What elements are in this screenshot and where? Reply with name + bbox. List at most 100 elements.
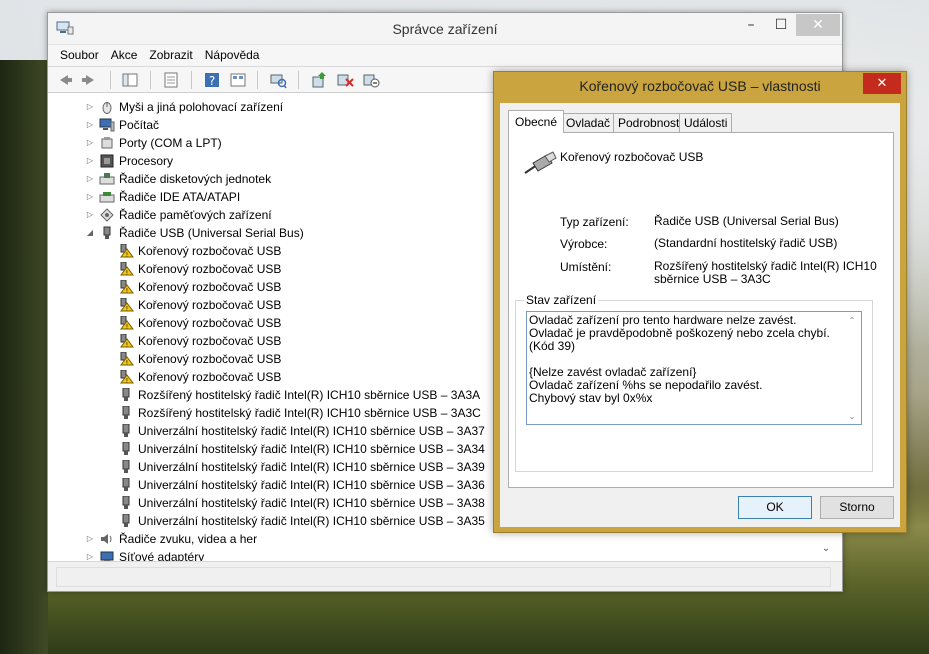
menu-zobrazit[interactable]: Zobrazit: [143, 45, 198, 65]
tree-item-usb-root-hub[interactable]: ! Kořenový rozbočovač USB: [48, 332, 348, 350]
desktop-wallpaper-tree: [0, 60, 48, 654]
tree-item-label: Řadiče paměťových zařízení: [119, 208, 272, 222]
tree-item-label: Univerzální hostitelský řadič Intel(R) I…: [138, 496, 485, 510]
forward-icon[interactable]: [80, 70, 100, 90]
scroll-down-icon[interactable]: ⌄: [818, 543, 834, 557]
tree-item-label: Kořenový rozbočovač USB: [138, 298, 282, 312]
cancel-button[interactable]: Storno: [820, 496, 894, 519]
svg-text:!: !: [126, 324, 128, 331]
tree-item-usb-universal-controller[interactable]: Univerzální hostitelský řadič Intel(R) I…: [48, 458, 488, 476]
tab-general[interactable]: Obecné: [508, 110, 565, 133]
tree-item-usb-root-hub[interactable]: ! Kořenový rozbočovač USB: [48, 260, 348, 278]
tree-item-computer[interactable]: ▷ Počítač: [48, 116, 348, 134]
tree-item-usb-enhanced-controller[interactable]: Rozšířený hostitelský řadič Intel(R) ICH…: [48, 386, 488, 404]
expand-arrow-icon[interactable]: ▷: [85, 152, 95, 170]
expand-arrow-icon[interactable]: ▷: [85, 170, 95, 188]
svg-text:!: !: [126, 306, 128, 313]
dialog-body: Obecné Ovladač Podrobnosti Události Koře…: [500, 103, 900, 527]
tree-item-label: Kořenový rozbočovač USB: [138, 262, 282, 276]
uninstall-icon[interactable]: [335, 70, 355, 90]
properties-icon[interactable]: [161, 70, 181, 90]
port-icon: [101, 137, 113, 149]
tree-item-usb-universal-controller[interactable]: Univerzální hostitelský řadič Intel(R) I…: [48, 476, 488, 494]
usb-icon: [122, 442, 130, 455]
menu-soubor[interactable]: Soubor: [54, 45, 105, 65]
scroll-down-icon[interactable]: ⌄: [846, 410, 858, 422]
tree-item-usb-controllers[interactable]: ◢ Řadiče USB (Universal Serial Bus): [48, 224, 348, 242]
storage-controller-icon: [100, 208, 114, 222]
disable-icon[interactable]: [361, 70, 381, 90]
tree-item-mice[interactable]: ▷ Myši a jiná polohovací zařízení: [48, 98, 348, 116]
tree-item-floppy-controllers[interactable]: ▷ Řadiče disketových jednotek: [48, 170, 348, 188]
tree-item-label: Kořenový rozbočovač USB: [138, 334, 282, 348]
menu-napoveda[interactable]: Nápověda: [199, 45, 266, 65]
tree-item-label: Univerzální hostitelský řadič Intel(R) I…: [138, 424, 485, 438]
mouse-icon: [102, 102, 112, 114]
tree-item-usb-universal-controller[interactable]: Univerzální hostitelský řadič Intel(R) I…: [48, 422, 488, 440]
tab-driver[interactable]: Ovladač: [561, 113, 616, 132]
view-icon[interactable]: [228, 70, 248, 90]
expand-arrow-icon[interactable]: ▷: [85, 530, 95, 548]
tree-item-usb-universal-controller[interactable]: Univerzální hostitelský řadič Intel(R) I…: [48, 494, 488, 512]
tree-item-label: Myši a jiná polohovací zařízení: [119, 100, 284, 114]
help-icon[interactable]: ?: [202, 70, 222, 90]
update-driver-icon[interactable]: [309, 70, 329, 90]
collapse-arrow-icon[interactable]: ◢: [85, 224, 95, 242]
status-line: Ovladač zařízení pro tento hardware nelz…: [529, 313, 830, 353]
svg-text:!: !: [126, 252, 128, 259]
usb-icon: [122, 388, 130, 401]
tree-item-label: Procesory: [119, 154, 174, 168]
tree-item-usb-root-hub[interactable]: ! Kořenový rozbočovač USB: [48, 296, 348, 314]
tree-item-usb-root-hub[interactable]: ! Kořenový rozbočovač USB: [48, 368, 348, 386]
tree-item-usb-root-hub[interactable]: ! Kořenový rozbočovač USB: [48, 350, 348, 368]
tree-item-label: Kořenový rozbočovač USB: [138, 280, 282, 294]
tree-item-usb-universal-controller[interactable]: Univerzální hostitelský řadič Intel(R) I…: [48, 512, 488, 530]
title-bar[interactable]: Správce zařízení – ☐ ✕: [48, 13, 842, 45]
expand-arrow-icon[interactable]: ▷: [85, 188, 95, 206]
tree-item-usb-universal-controller[interactable]: Univerzální hostitelský řadič Intel(R) I…: [48, 440, 488, 458]
tree-item-ports[interactable]: ▷ Porty (COM a LPT): [48, 134, 348, 152]
property-label-type: Typ zařízení:: [560, 215, 629, 229]
usb-warning-icon: !: [120, 244, 134, 259]
ok-button[interactable]: OK: [738, 496, 812, 519]
scan-hardware-icon[interactable]: [268, 70, 288, 90]
usb-warning-icon: !: [120, 316, 134, 331]
tree-item-label: Kořenový rozbočovač USB: [138, 352, 282, 366]
expand-arrow-icon[interactable]: ▷: [85, 98, 95, 116]
tree-item-usb-root-hub[interactable]: ! Kořenový rozbočovač USB: [48, 314, 348, 332]
expand-arrow-icon[interactable]: ▷: [85, 548, 95, 561]
tree-item-processors[interactable]: ▷ Procesory: [48, 152, 348, 170]
tree-item-usb-root-hub[interactable]: ! Kořenový rozbočovač USB: [48, 278, 348, 296]
back-icon[interactable]: [54, 70, 74, 90]
tree-item-sound-controllers[interactable]: ▷ Řadiče zvuku, videa a her: [48, 530, 348, 548]
expand-arrow-icon[interactable]: ▷: [85, 134, 95, 152]
network-icon: [100, 551, 114, 561]
tree-item-ide-controllers[interactable]: ▷ Řadiče IDE ATA/ATAPI: [48, 188, 348, 206]
tree-item-storage-controllers[interactable]: ▷ Řadiče paměťových zařízení: [48, 206, 348, 224]
tab-details[interactable]: Podrobnosti: [613, 113, 688, 132]
tree-item-usb-enhanced-controller[interactable]: Rozšířený hostitelský řadič Intel(R) ICH…: [48, 404, 488, 422]
scroll-up-icon[interactable]: ⌃: [846, 314, 858, 326]
tab-events[interactable]: Události: [679, 113, 733, 132]
svg-text:!: !: [126, 360, 128, 367]
property-label-location: Umístění:: [560, 260, 612, 274]
show-hide-tree-icon[interactable]: [120, 70, 140, 90]
expand-arrow-icon[interactable]: ▷: [85, 116, 95, 134]
tree-item-label: Univerzální hostitelský řadič Intel(R) I…: [138, 514, 485, 528]
minimize-button[interactable]: –: [736, 14, 766, 36]
tree-item-label: Univerzální hostitelský řadič Intel(R) I…: [138, 460, 485, 474]
close-button[interactable]: ✕: [796, 14, 840, 36]
dialog-close-button[interactable]: ✕: [863, 73, 901, 94]
device-status-textbox[interactable]: Ovladač zařízení pro tento hardware nelz…: [526, 311, 862, 425]
expand-arrow-icon[interactable]: ▷: [85, 206, 95, 224]
maximize-button[interactable]: ☐: [766, 14, 796, 36]
tree-item-network-adapters[interactable]: ▷ Síťové adaptéry: [48, 548, 348, 561]
toolbar-separator: [150, 71, 152, 89]
tree-item-label: Porty (COM a LPT): [119, 136, 222, 150]
tree-item-usb-root-hub[interactable]: ! Kořenový rozbočovač USB: [48, 242, 348, 260]
usb-warning-icon: !: [120, 262, 134, 276]
status-bar-panel: [56, 567, 831, 587]
usb-device-icon: [524, 151, 557, 174]
menu-akce[interactable]: Akce: [105, 45, 144, 65]
window-title: Správce zařízení: [392, 21, 498, 37]
